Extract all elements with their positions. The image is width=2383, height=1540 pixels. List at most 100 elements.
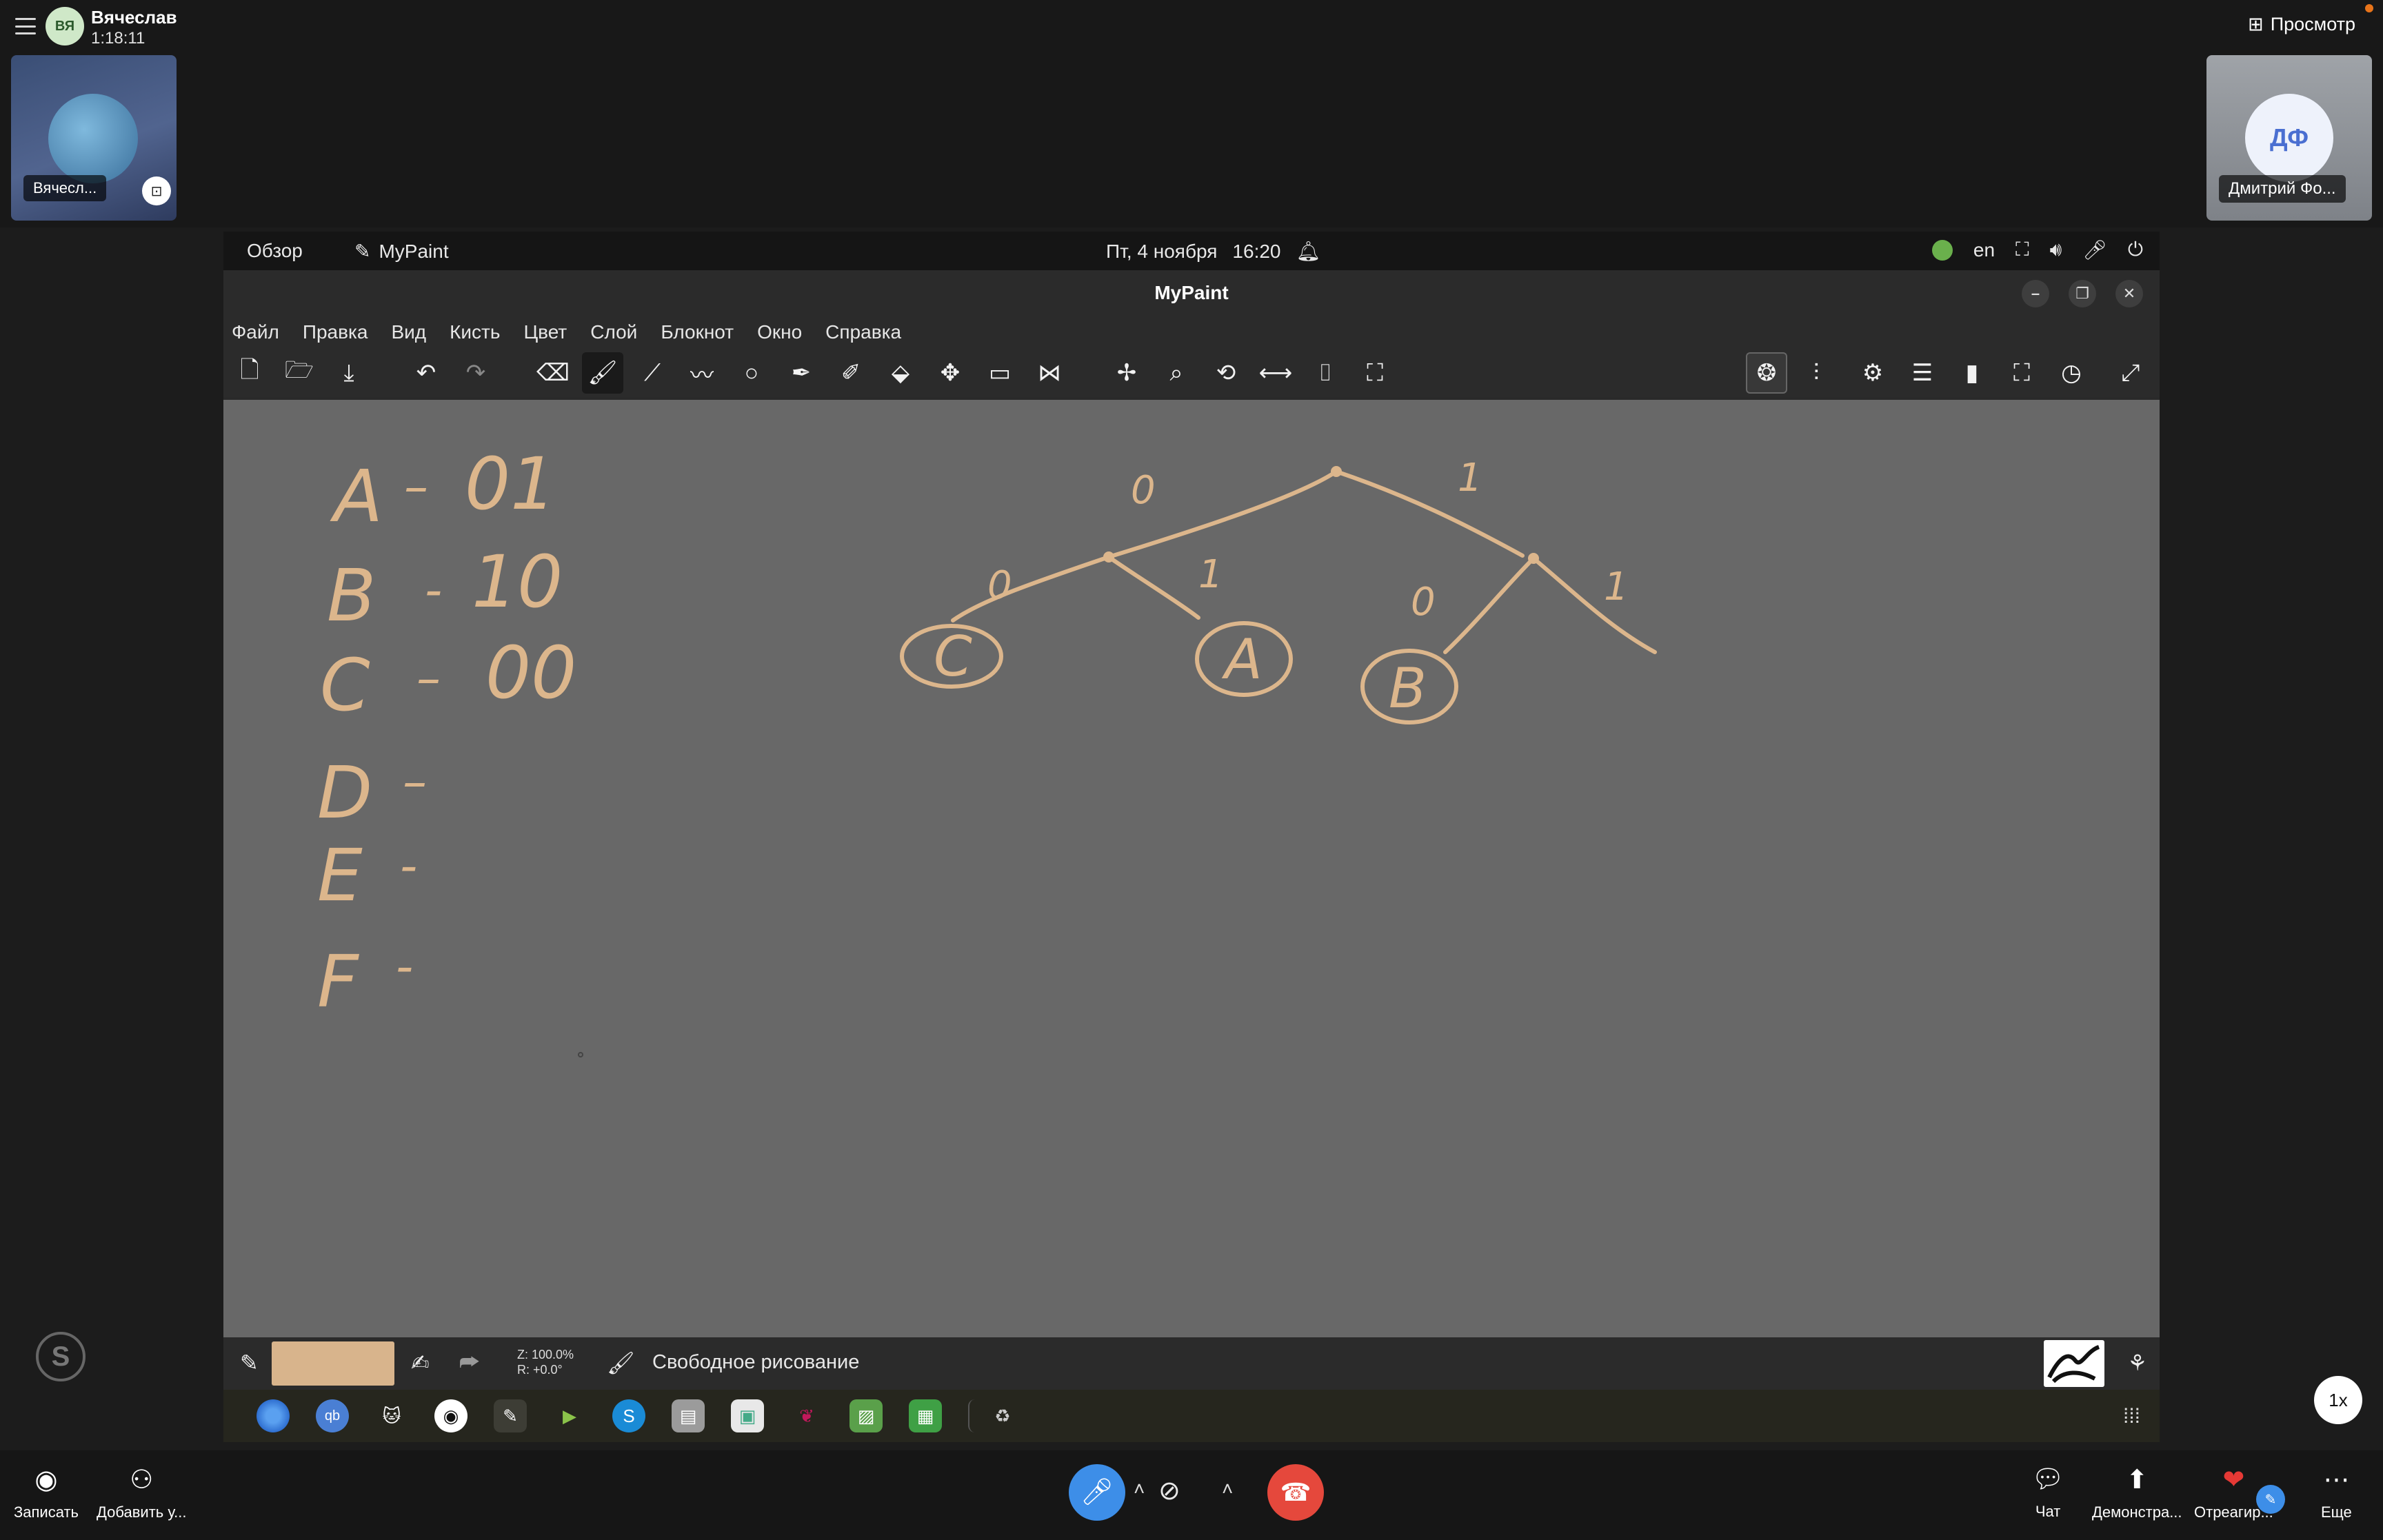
menu-edit[interactable]: Правка xyxy=(303,321,368,343)
screen-share-icon[interactable]: ⊡ xyxy=(142,176,171,205)
history-icon[interactable]: ◷ xyxy=(2051,352,2092,394)
freehand-brush-icon[interactable]: 🖌︎ xyxy=(582,352,623,394)
keyboard-layout[interactable]: en xyxy=(1973,239,1995,261)
mic-options-chevron-icon[interactable]: ˄ xyxy=(1134,1478,1145,1500)
undo-icon[interactable]: ↶ xyxy=(405,352,447,394)
media-player-icon[interactable]: ▶ xyxy=(553,1399,586,1432)
fit-view-icon[interactable]: ⛶ xyxy=(1354,352,1396,394)
network-icon[interactable]: ⛶ xyxy=(2015,239,2029,261)
preview-button[interactable]: ⊞ Просмотр xyxy=(2248,14,2355,35)
brush-options-icon[interactable]: ⚘ xyxy=(2127,1350,2147,1376)
pan-icon[interactable]: ✢ xyxy=(1106,352,1147,394)
current-color-swatch[interactable] xyxy=(272,1341,394,1386)
line-tool-icon[interactable]: ⟋ xyxy=(632,352,673,394)
tree-leaves xyxy=(900,621,1458,725)
edit-badge-icon: ✎ xyxy=(2256,1485,2285,1514)
fullscreen-icon[interactable]: ⛶ xyxy=(2001,352,2042,394)
self-video-tile[interactable]: Вячесл... ⊡ xyxy=(11,55,177,221)
remote-tile-label: Дмитрий Фо... xyxy=(2219,175,2346,203)
zoom-icon[interactable]: ⌕ xyxy=(1156,352,1197,394)
restore-icon[interactable]: ❐ xyxy=(2069,280,2096,307)
power-icon[interactable]: ⏻ xyxy=(2128,239,2143,261)
fill-tool-icon[interactable]: ⬙ xyxy=(880,352,921,394)
expand-icon[interactable]: ⤢ xyxy=(2110,352,2151,394)
chat-button[interactable]: 💬︎ Чат xyxy=(2031,1464,2064,1521)
chromium-icon[interactable] xyxy=(257,1399,290,1432)
move-layer-icon[interactable]: ✥ xyxy=(929,352,971,394)
code-dash: - xyxy=(425,562,442,618)
minimize-icon[interactable]: – xyxy=(2022,280,2049,307)
app-grid-icon[interactable]: ⁞⁞⁞ xyxy=(2123,1405,2140,1428)
save-icon[interactable]: ⤓ xyxy=(328,352,370,394)
share-screen-button[interactable]: ⬆︎ Демонстра... xyxy=(2092,1464,2182,1521)
trash-icon[interactable]: ♻ xyxy=(968,1399,1019,1432)
drawing-canvas[interactable]: A – 01 B - 10 C – 00 D – E - F - 0 1 0 1… xyxy=(223,400,2160,1337)
active-app-menu[interactable]: ✎ MyPaint xyxy=(354,240,449,263)
qbittorrent-icon[interactable]: qb xyxy=(316,1399,349,1432)
pointer-icon[interactable]: ⮫ xyxy=(459,1350,480,1376)
color-picker-icon[interactable]: ✐ xyxy=(830,352,872,394)
obs-icon[interactable]: ◉ xyxy=(434,1399,467,1432)
menu-help[interactable]: Справка xyxy=(825,321,901,343)
status-bar: ✎ ✍ ⮫ Z: 100.0% R: +0.0° 🖌︎ Свободное ри… xyxy=(223,1337,2160,1390)
menu-window[interactable]: Окно xyxy=(757,321,802,343)
camera-off-button[interactable]: ⊘ xyxy=(1158,1475,1180,1506)
add-person-icon: ⚇ xyxy=(130,1466,154,1495)
eraser-icon[interactable]: ⌫ xyxy=(532,352,574,394)
connected-lines-icon[interactable]: 〰 xyxy=(681,352,723,394)
raspberry-icon[interactable]: ❦ xyxy=(790,1399,823,1432)
open-file-icon[interactable]: 🗁 xyxy=(279,352,320,394)
end-call-button[interactable]: ☎︎ xyxy=(1267,1464,1324,1521)
volume-icon[interactable]: 🔊︎ xyxy=(2050,239,2062,261)
record-button[interactable]: ◉ Записать xyxy=(14,1464,79,1521)
scratchpad-icon[interactable]: ▮ xyxy=(1951,352,1993,394)
redo-icon[interactable]: ↷ xyxy=(455,352,496,394)
new-file-icon[interactable]: 🗋 xyxy=(229,352,270,394)
picture-icon[interactable]: ▨ xyxy=(849,1399,883,1432)
color-wheel-icon[interactable]: ❂ xyxy=(1746,352,1787,394)
add-participant-button[interactable]: ⚇ Добавить у... xyxy=(97,1464,186,1521)
menu-color[interactable]: Цвет xyxy=(523,321,567,343)
microphone-button[interactable]: 🎤︎ xyxy=(1069,1464,1125,1521)
image-viewer-icon[interactable]: ▣ xyxy=(731,1399,764,1432)
menu-view[interactable]: Вид xyxy=(391,321,426,343)
close-icon[interactable]: ✕ xyxy=(2115,280,2143,307)
window-titlebar: MyPaint – ❐ ✕ xyxy=(223,270,2160,316)
more-button[interactable]: ⋯ Еще xyxy=(2321,1464,2352,1521)
activities-button[interactable]: Обзор xyxy=(247,240,303,262)
microphone-icon[interactable]: 🎤︎ xyxy=(2082,239,2107,261)
menu-layer[interactable]: Слой xyxy=(590,321,637,343)
spreadsheet-icon[interactable]: ▦ xyxy=(909,1399,942,1432)
tree-edge-right-right xyxy=(1531,556,1657,654)
remote-participant-tile[interactable]: ДФ Дмитрий Фо... xyxy=(2206,55,2372,221)
camera-options-chevron-icon[interactable]: ˄ xyxy=(1222,1478,1233,1500)
playback-speed-badge[interactable]: 1x xyxy=(2314,1376,2362,1424)
files-icon[interactable]: ▤ xyxy=(672,1399,705,1432)
menu-scratchpad[interactable]: Блокнот xyxy=(661,321,734,343)
settings-icon[interactable]: ⚙ xyxy=(1852,352,1893,394)
layers-icon[interactable]: ☰ xyxy=(1902,352,1943,394)
menu-file[interactable]: Файл xyxy=(232,321,279,343)
zoom-rotation-readout: Z: 100.0% R: +0.0° xyxy=(517,1347,574,1377)
frame-tool-icon[interactable]: ▭ xyxy=(979,352,1020,394)
clock[interactable]: Пт, 4 ноября 16:20 🔔︎ xyxy=(1106,240,1320,263)
symmetry-icon[interactable]: ⋈ xyxy=(1029,352,1070,394)
tree-node-left xyxy=(1103,551,1114,563)
mirror-icon[interactable]: ⟷ xyxy=(1255,352,1296,394)
mascot-app-icon[interactable]: 🐱 xyxy=(375,1399,408,1432)
update-icon[interactable] xyxy=(1931,239,1953,261)
brush-settings-icon[interactable]: ⫶ xyxy=(1796,352,1837,394)
brush-edit-icon[interactable]: ✍ xyxy=(411,1350,430,1376)
brush-preview[interactable] xyxy=(2044,1340,2104,1387)
system-tray[interactable]: en ⛶ 🔊︎ 🎤︎ ⏻ xyxy=(1931,239,2143,261)
reset-view-icon[interactable]: ⌷ xyxy=(1305,352,1346,394)
mypaint-dock-icon[interactable]: ✎ xyxy=(494,1399,527,1432)
menu-brush[interactable]: Кисть xyxy=(450,321,500,343)
ellipse-tool-icon[interactable]: ○ xyxy=(731,352,772,394)
menu-icon[interactable] xyxy=(15,18,36,34)
brush-icon[interactable]: ✎ xyxy=(240,1350,259,1376)
inking-tool-icon[interactable]: ✒ xyxy=(781,352,822,394)
skype-dock-icon[interactable]: S xyxy=(612,1399,645,1432)
shared-screen: Обзор ✎ MyPaint Пт, 4 ноября 16:20 🔔︎ en… xyxy=(223,232,2160,1442)
rotate-icon[interactable]: ⟲ xyxy=(1205,352,1247,394)
